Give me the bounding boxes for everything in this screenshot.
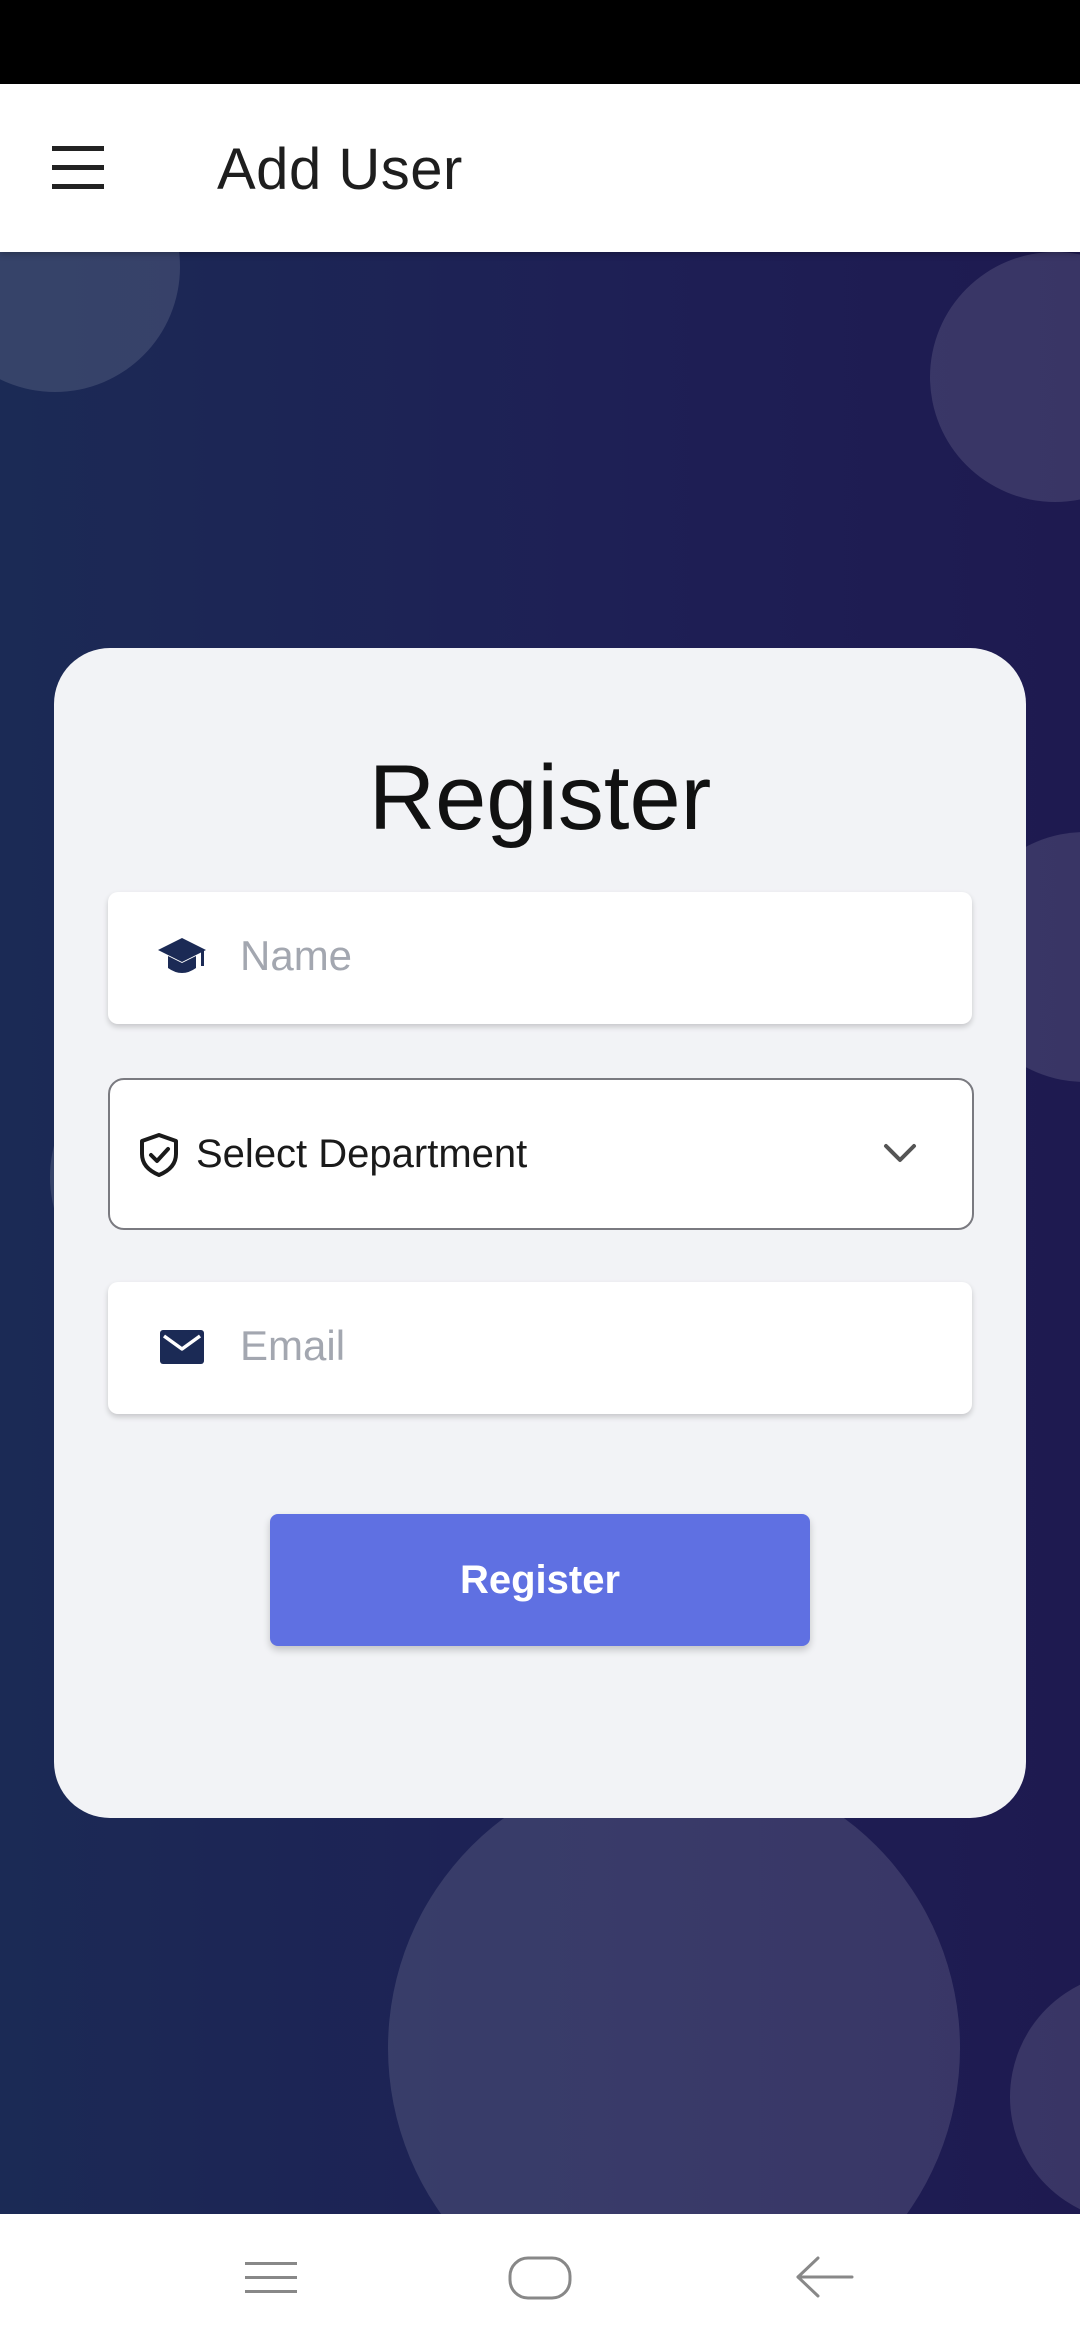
department-select-value: Select Department <box>196 1132 528 1176</box>
bg-bubble <box>1010 1972 1080 2214</box>
register-button[interactable]: Register <box>270 1514 810 1646</box>
name-placeholder: Name <box>240 932 353 979</box>
screen: Add User Register Name Select Department… <box>0 0 1080 2340</box>
card-title: Register <box>368 747 712 849</box>
email-field[interactable]: Email <box>108 1282 972 1414</box>
recent-apps-icon[interactable] <box>221 2244 321 2310</box>
bg-bubble <box>388 1762 960 2214</box>
shield-check-icon <box>138 1132 180 1178</box>
app-bar: Add User <box>0 84 1080 252</box>
bg-bubble <box>930 252 1080 502</box>
page-title: Add User <box>217 137 463 202</box>
envelope-icon <box>156 1324 208 1372</box>
register-card: Register Name Select Department Email Re… <box>54 648 1026 1818</box>
home-icon[interactable] <box>490 2244 590 2310</box>
chevron-down-icon <box>880 1140 920 1168</box>
name-field[interactable]: Name <box>108 892 972 1024</box>
bg-bubble <box>0 252 180 392</box>
email-placeholder: Email <box>240 1322 346 1369</box>
graduation-cap-icon <box>156 934 208 982</box>
system-nav-bar <box>0 2214 1080 2340</box>
menu-icon[interactable] <box>40 140 116 196</box>
status-bar <box>0 0 1080 84</box>
department-select[interactable]: Select Department <box>108 1078 974 1230</box>
back-arrow-icon[interactable] <box>774 2244 874 2310</box>
